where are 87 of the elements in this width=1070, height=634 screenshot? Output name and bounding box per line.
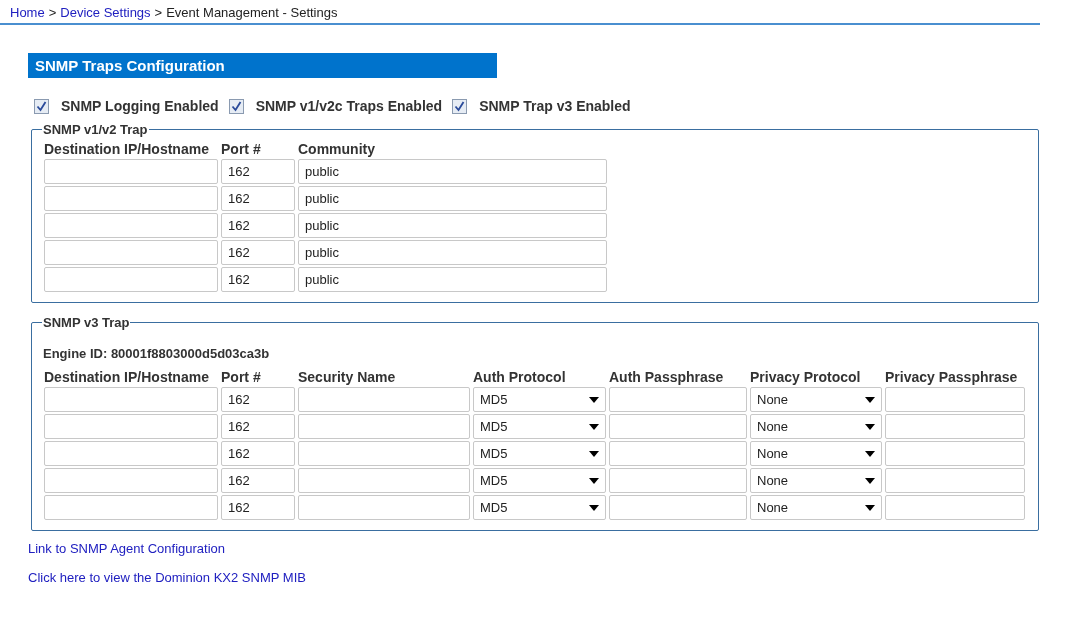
dropdown[interactable]: MD5 [473, 387, 606, 412]
column-header: Destination IP/Hostname [44, 141, 209, 157]
caret-icon [865, 423, 875, 430]
caret-icon [589, 477, 599, 484]
breadcrumb-current: Event Management - Settings [166, 5, 338, 20]
column-header: Port # [221, 369, 261, 385]
input-field[interactable] [44, 387, 218, 412]
dropdown[interactable]: MD5 [473, 414, 606, 439]
column-header: Privacy Protocol [750, 369, 861, 385]
input-field[interactable] [298, 468, 470, 493]
input-field[interactable]: 162 [221, 468, 295, 493]
caret-icon [589, 504, 599, 511]
input-field[interactable]: 162 [221, 159, 295, 184]
input-field[interactable]: 162 [221, 441, 295, 466]
input-field[interactable]: public [298, 186, 607, 211]
link[interactable]: Link to SNMP Agent Configuration [28, 541, 226, 556]
dropdown[interactable]: MD5 [473, 468, 606, 493]
column-header: Security Name [298, 369, 396, 385]
checkbox-label: SNMP Logging Enabled [61, 98, 219, 114]
dropdown[interactable]: None [750, 441, 882, 466]
column-header: Community [298, 141, 375, 157]
input-field[interactable] [885, 387, 1025, 412]
column-header: Privacy Passphrase [885, 369, 1018, 385]
checkbox[interactable] [228, 98, 244, 114]
dropdown[interactable]: None [750, 495, 882, 520]
checkbox[interactable] [34, 98, 49, 114]
dropdown[interactable]: MD5 [473, 495, 606, 520]
caret-icon [865, 504, 875, 511]
input-field[interactable] [298, 441, 470, 466]
section-title: SNMP Traps Configuration [28, 53, 497, 78]
input-field[interactable] [44, 213, 218, 238]
input-field[interactable] [885, 414, 1025, 439]
input-field[interactable]: public [298, 240, 607, 265]
input-field[interactable] [609, 468, 747, 493]
caret-icon [865, 396, 875, 403]
dropdown[interactable]: MD5 [473, 441, 606, 466]
dropdown[interactable]: None [750, 414, 882, 439]
input-field[interactable] [885, 468, 1025, 493]
panel-legend: SNMP v1/v2 Trap [42, 122, 149, 137]
caret-icon [589, 396, 599, 403]
link[interactable]: Click here to view the Dominion KX2 SNMP MIB [28, 570, 306, 585]
input-field[interactable] [44, 468, 218, 493]
engine-id: Engine ID: 80001f8803000d5d03ca3b [43, 346, 271, 361]
caret-icon [865, 477, 875, 484]
column-header: Auth Protocol [473, 369, 566, 385]
input-field[interactable] [44, 441, 218, 466]
checkbox[interactable] [452, 98, 468, 114]
breadcrumb-link[interactable]: Home [10, 5, 45, 20]
input-field[interactable] [298, 414, 470, 439]
column-header: Auth Passphrase [609, 369, 724, 385]
input-field[interactable] [885, 495, 1025, 520]
input-field[interactable] [298, 495, 470, 520]
input-field[interactable] [44, 186, 218, 211]
input-field[interactable]: 162 [221, 495, 295, 520]
input-field[interactable]: 162 [221, 240, 295, 265]
input-field[interactable]: 162 [221, 213, 295, 238]
input-field[interactable]: public [298, 159, 607, 184]
input-field[interactable] [885, 441, 1025, 466]
input-field[interactable]: 162 [221, 387, 295, 412]
input-field[interactable]: public [298, 267, 607, 292]
input-field[interactable]: public [298, 213, 607, 238]
input-field[interactable] [44, 495, 218, 520]
input-field[interactable]: 162 [221, 267, 295, 292]
panel-legend: SNMP v3 Trap [42, 315, 131, 330]
caret-icon [865, 450, 875, 457]
dropdown[interactable]: None [750, 468, 882, 493]
column-header: Port # [221, 141, 261, 157]
input-field[interactable] [44, 240, 218, 265]
input-field[interactable] [44, 159, 218, 184]
checkbox-label: SNMP Trap v3 Enabled [479, 98, 631, 114]
caret-icon [589, 423, 599, 430]
column-header: Destination IP/Hostname [44, 369, 209, 385]
input-field[interactable] [298, 387, 470, 412]
checkbox-label: SNMP v1/v2c Traps Enabled [255, 98, 443, 114]
input-field[interactable] [44, 267, 218, 292]
input-field[interactable] [609, 495, 747, 520]
input-field[interactable] [609, 414, 747, 439]
input-field[interactable] [44, 414, 218, 439]
input-field[interactable] [609, 387, 747, 412]
dropdown[interactable]: None [750, 387, 882, 412]
input-field[interactable] [609, 441, 747, 466]
breadcrumb-separator: > [154, 5, 163, 20]
input-field[interactable]: 162 [221, 414, 295, 439]
input-field[interactable]: 162 [221, 186, 295, 211]
caret-icon [589, 450, 599, 457]
breadcrumb-link[interactable]: Device Settings [60, 5, 151, 20]
breadcrumb-separator: > [48, 5, 57, 20]
